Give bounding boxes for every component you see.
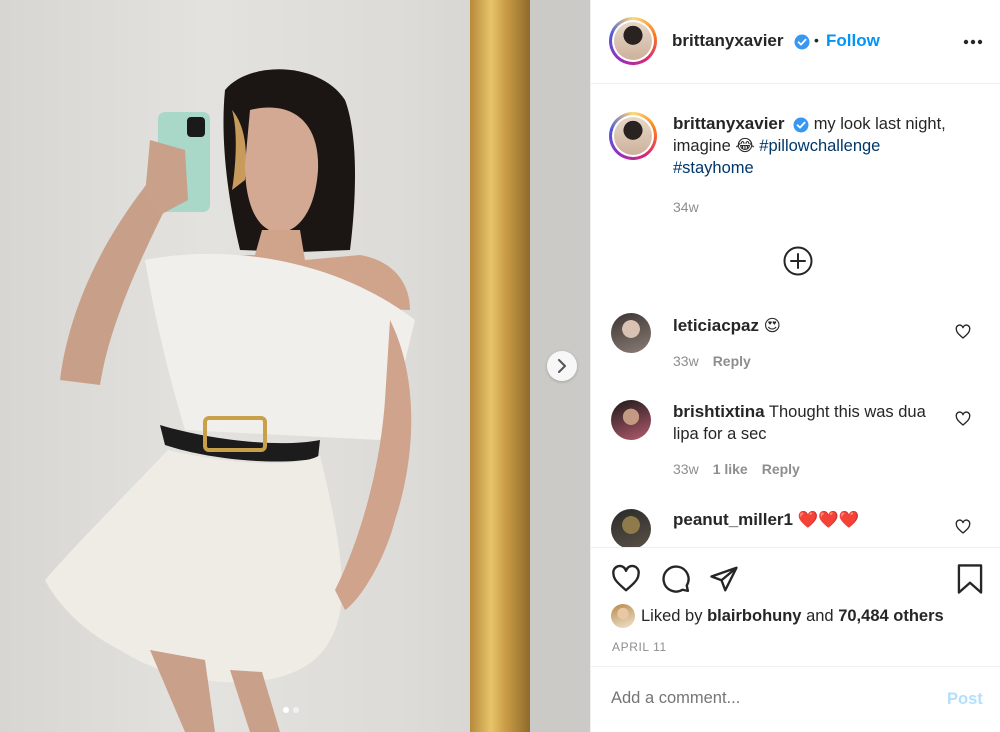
carousel-dot-active xyxy=(283,707,289,713)
like-heart-icon[interactable] xyxy=(611,564,641,594)
comment-username[interactable]: peanut_miller1 xyxy=(673,510,793,529)
post-caption: brittanyxavier my look last night, imagi… xyxy=(673,113,983,179)
comment-composer: Post xyxy=(591,666,1000,732)
post-actions: Liked by blairbohuny and 70,484 others A… xyxy=(591,547,1000,667)
comment-text: 😍 xyxy=(763,317,781,335)
comment-text: ❤️❤️❤️ xyxy=(797,511,860,529)
caption-username[interactable]: brittanyxavier xyxy=(673,114,785,133)
author-username[interactable]: brittanyxavier xyxy=(672,31,784,51)
verified-badge-icon xyxy=(794,34,810,50)
comment-timestamp[interactable]: 33w xyxy=(673,353,699,369)
comment-input[interactable] xyxy=(611,689,911,708)
comment-item: brishtixtina Thought this was dua lipa f… xyxy=(673,401,933,445)
follow-separator: • xyxy=(814,32,819,48)
load-more-comments-icon[interactable] xyxy=(783,246,813,276)
post-comment-button[interactable]: Post xyxy=(947,690,983,709)
mirror-frame xyxy=(470,0,530,732)
chevron-right-icon xyxy=(558,359,566,373)
commenter-avatar[interactable] xyxy=(611,509,651,547)
comment-likes-count[interactable]: 1 like xyxy=(713,461,748,477)
carousel-dot xyxy=(293,707,299,713)
hashtag-link[interactable]: #pillowchallenge xyxy=(759,137,880,155)
share-send-icon[interactable] xyxy=(709,564,739,594)
caption-emoji: 😂 xyxy=(735,137,755,155)
reply-button[interactable]: Reply xyxy=(713,353,751,369)
carousel-indicator xyxy=(283,707,299,713)
carousel-next-button[interactable] xyxy=(547,351,577,381)
comments-panel[interactable]: brittanyxavier my look last night, imagi… xyxy=(591,85,1000,547)
likes-count-link[interactable]: 70,484 others xyxy=(838,607,943,626)
heart-icon[interactable] xyxy=(955,324,971,340)
caption-avatar xyxy=(614,117,652,155)
follow-button[interactable]: Follow xyxy=(826,31,880,51)
commenter-avatar[interactable] xyxy=(611,313,651,353)
post-header: brittanyxavier • Follow xyxy=(591,0,1000,84)
heart-icon[interactable] xyxy=(955,411,971,427)
caption-avatar-ring[interactable] xyxy=(609,112,657,160)
post-sidebar: brittanyxavier • Follow brittanyxavier m… xyxy=(590,0,1000,732)
reply-button[interactable]: Reply xyxy=(762,461,800,477)
hashtag-link[interactable]: #stayhome xyxy=(673,159,754,177)
author-avatar-ring[interactable] xyxy=(609,17,657,65)
commenter-avatar[interactable] xyxy=(611,400,651,440)
caption-timestamp[interactable]: 34w xyxy=(673,199,699,215)
comment-meta: 33w 1 like Reply xyxy=(673,461,800,477)
more-horizontal-icon[interactable] xyxy=(963,39,983,45)
liked-by-user[interactable]: blairbohuny xyxy=(707,607,801,626)
comment-bubble-icon[interactable] xyxy=(661,564,691,594)
liker-avatar[interactable] xyxy=(611,604,635,628)
post-image[interactable] xyxy=(0,0,590,732)
likes-summary: Liked by blairbohuny and 70,484 others xyxy=(611,604,944,628)
comment-item: peanut_miller1 ❤️❤️❤️ xyxy=(673,509,933,531)
comment-username[interactable]: leticiacpaz xyxy=(673,316,759,335)
heart-icon[interactable] xyxy=(955,519,971,535)
comment-item: leticiacpaz 😍 xyxy=(673,315,933,337)
comment-meta: 33w Reply xyxy=(673,353,751,369)
author-avatar xyxy=(614,22,652,60)
liked-by-prefix: Liked by xyxy=(641,606,703,625)
liked-by-and: and xyxy=(806,606,834,625)
comment-username[interactable]: brishtixtina xyxy=(673,402,765,421)
post-date[interactable]: APRIL 11 xyxy=(612,640,667,654)
verified-badge-icon xyxy=(793,117,809,133)
comment-timestamp[interactable]: 33w xyxy=(673,461,699,477)
bookmark-save-icon[interactable] xyxy=(955,563,985,595)
